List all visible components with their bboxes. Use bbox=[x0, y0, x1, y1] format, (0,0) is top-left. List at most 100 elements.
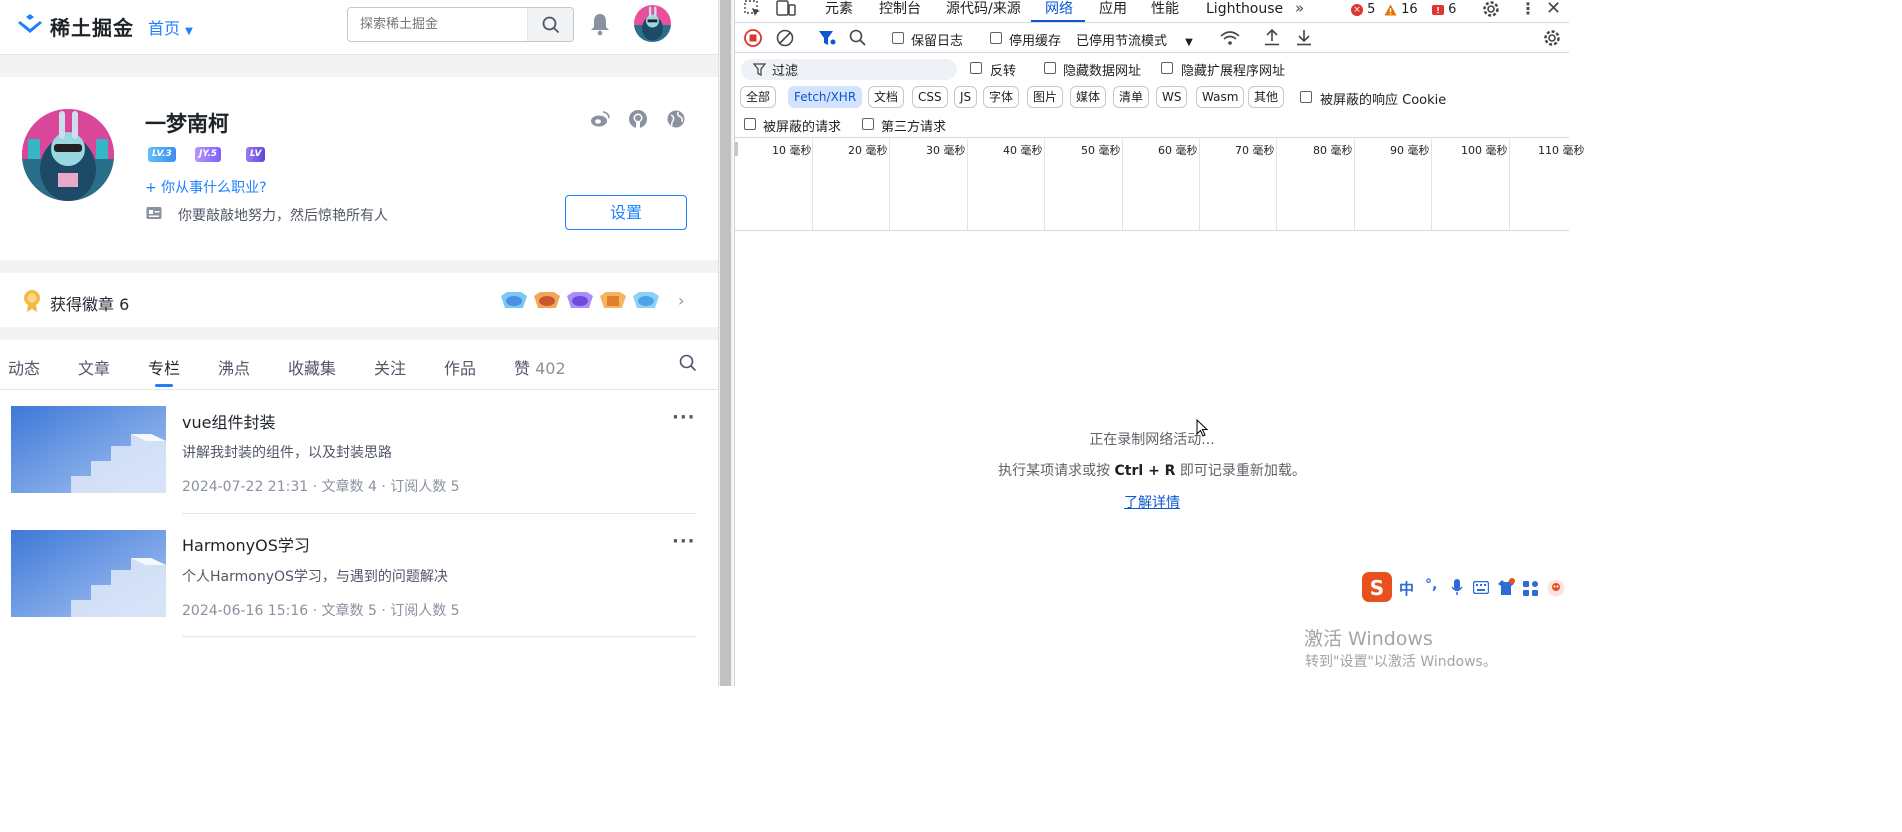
search-icon[interactable] bbox=[679, 354, 697, 376]
learn-more-link[interactable]: 了解详情 bbox=[735, 492, 1569, 512]
filter-type-font[interactable]: 字体 bbox=[983, 86, 1020, 108]
column-title[interactable]: vue组件封装 bbox=[182, 409, 275, 433]
devtools-tab-network[interactable]: 网络 bbox=[1045, 0, 1073, 18]
import-har-icon[interactable] bbox=[1264, 28, 1280, 50]
filter-type-css[interactable]: CSS bbox=[912, 86, 948, 108]
tab-columns[interactable]: 专栏 bbox=[148, 355, 180, 379]
user-avatar[interactable] bbox=[22, 109, 114, 201]
blocked-cookies-checkbox[interactable] bbox=[1300, 91, 1312, 103]
issues-count[interactable]: 6 bbox=[1432, 2, 1456, 17]
search-button[interactable] bbox=[527, 8, 573, 41]
ime-avatar-icon[interactable] bbox=[1547, 579, 1565, 601]
network-settings-gear-icon[interactable] bbox=[1543, 29, 1561, 51]
devtools-tab-performance[interactable]: 性能 bbox=[1151, 0, 1179, 18]
clear-icon[interactable] bbox=[776, 29, 794, 51]
level-badge-jy: JY.5 bbox=[195, 147, 222, 162]
scrollbar-thumb[interactable] bbox=[720, 0, 731, 686]
devtools-tab-console[interactable]: 控制台 bbox=[879, 0, 921, 18]
devtools-tab-application[interactable]: 应用 bbox=[1099, 0, 1127, 18]
search-input[interactable] bbox=[348, 8, 528, 41]
notification-bell-icon[interactable] bbox=[589, 12, 611, 40]
toolbox-grid-icon[interactable] bbox=[1523, 581, 1538, 600]
filter-type-img[interactable]: 图片 bbox=[1027, 86, 1064, 108]
search-icon[interactable] bbox=[849, 29, 867, 51]
column-item[interactable]: vue组件封装 讲解我封装的组件，以及封装思路 2024-07-22 21:31… bbox=[0, 390, 718, 514]
ime-mode-toggle[interactable]: 中 bbox=[1399, 578, 1414, 599]
filter-type-doc[interactable]: 文档 bbox=[868, 86, 905, 108]
timeline-gridline bbox=[1354, 139, 1355, 230]
invert-checkbox[interactable] bbox=[970, 62, 982, 74]
preserve-log-checkbox[interactable] bbox=[892, 32, 904, 44]
timeline-gridline bbox=[812, 139, 813, 230]
juejin-logo-icon[interactable] bbox=[16, 12, 44, 40]
svg-text:S: S bbox=[1370, 576, 1384, 600]
devtools-tab-lighthouse[interactable]: Lighthouse bbox=[1206, 0, 1283, 18]
punctuation-icon[interactable]: °, bbox=[1425, 577, 1437, 593]
site-logo-text[interactable]: 稀土掘金 bbox=[50, 12, 134, 41]
device-toolbar-icon[interactable] bbox=[776, 0, 796, 22]
network-toolbar: 保留日志 停用缓存 已停用节流模式 ▼ bbox=[735, 24, 1569, 53]
warning-count[interactable]: 16 bbox=[1384, 2, 1418, 17]
filter-type-ws[interactable]: WS bbox=[1156, 86, 1188, 108]
github-icon[interactable] bbox=[628, 109, 648, 133]
user-avatar-small[interactable] bbox=[634, 5, 671, 42]
third-party-checkbox[interactable] bbox=[862, 118, 874, 130]
level-badge-lv: LV.3 bbox=[148, 147, 176, 162]
timeline-tick-label: 30 毫秒 bbox=[926, 144, 966, 157]
filter-type-fetch-xhr[interactable]: Fetch/XHR bbox=[788, 86, 863, 108]
timeline-tick-label: 80 毫秒 bbox=[1313, 144, 1353, 157]
blocked-requests-checkbox[interactable] bbox=[744, 118, 756, 130]
more-tabs-chevron-icon[interactable]: » bbox=[1295, 0, 1304, 17]
filter-type-media[interactable]: 媒体 bbox=[1070, 86, 1107, 108]
tab-activity[interactable]: 动态 bbox=[8, 355, 40, 379]
settings-button[interactable]: 设置 bbox=[565, 195, 687, 230]
hint-suffix: 即可记录重新加载。 bbox=[1175, 463, 1306, 479]
devtools-tab-sources[interactable]: 源代码/来源 bbox=[946, 0, 1021, 18]
column-title[interactable]: HarmonyOS学习 bbox=[182, 532, 310, 556]
skin-shirt-icon[interactable] bbox=[1497, 578, 1515, 600]
tab-following[interactable]: 关注 bbox=[374, 355, 406, 379]
stop-recording-icon[interactable] bbox=[744, 29, 762, 51]
tab-likes[interactable]: 赞 402 bbox=[514, 355, 566, 379]
close-icon[interactable]: ✕ bbox=[1546, 0, 1561, 19]
column-item[interactable]: HarmonyOS学习 个人HarmonyOS学习，与遇到的问题解决 2024-… bbox=[0, 514, 718, 638]
kebab-menu-icon[interactable]: ⋮ bbox=[1520, 0, 1536, 18]
filter-type-manifest[interactable]: 清单 bbox=[1113, 86, 1150, 108]
filter-type-all[interactable]: 全部 bbox=[740, 86, 777, 108]
keyboard-icon[interactable] bbox=[1472, 580, 1490, 598]
tab-collections[interactable]: 收藏集 bbox=[288, 355, 336, 379]
export-har-icon[interactable] bbox=[1296, 28, 1312, 50]
devtools-tab-elements[interactable]: 元素 bbox=[825, 0, 853, 18]
globe-icon[interactable] bbox=[666, 109, 686, 133]
level-badge-vip: LV bbox=[246, 147, 266, 162]
microphone-icon[interactable] bbox=[1451, 579, 1463, 600]
hide-extension-urls-checkbox[interactable] bbox=[1161, 62, 1173, 74]
more-options-icon[interactable]: ··· bbox=[672, 407, 696, 428]
tab-works[interactable]: 作品 bbox=[444, 355, 476, 379]
badges-card[interactable]: 获得徽章 6 › bbox=[0, 273, 718, 327]
disable-cache-checkbox[interactable] bbox=[990, 32, 1002, 44]
filter-type-wasm[interactable]: Wasm bbox=[1196, 86, 1245, 108]
network-conditions-icon[interactable] bbox=[1220, 29, 1240, 51]
settings-gear-icon[interactable] bbox=[1482, 0, 1500, 22]
hide-data-urls-checkbox[interactable] bbox=[1044, 62, 1056, 74]
occupation-prompt-link[interactable]: + 你从事什么职业? bbox=[145, 177, 267, 197]
inspect-element-icon[interactable] bbox=[744, 0, 762, 22]
weibo-icon[interactable] bbox=[590, 110, 610, 132]
more-options-icon[interactable]: ··· bbox=[672, 531, 696, 552]
filter-type-other[interactable]: 其他 bbox=[1248, 86, 1285, 108]
search-icon bbox=[542, 16, 560, 34]
filter-funnel-icon[interactable] bbox=[818, 29, 836, 51]
tab-pins[interactable]: 沸点 bbox=[218, 355, 250, 379]
timeline-handle[interactable] bbox=[735, 142, 738, 156]
network-overview-timeline[interactable]: 10 毫秒 20 毫秒 30 毫秒 40 毫秒 50 毫秒 60 毫秒 70 毫… bbox=[735, 139, 1585, 231]
hide-extension-urls-label: 隐藏扩展程序网址 bbox=[1181, 64, 1286, 79]
filter-type-js[interactable]: JS bbox=[954, 86, 978, 108]
tab-articles[interactable]: 文章 bbox=[78, 355, 110, 379]
throttling-select[interactable]: 已停用节流模式 ▼ bbox=[1076, 30, 1193, 49]
error-count[interactable]: × 5 bbox=[1351, 2, 1375, 17]
sogou-logo-icon[interactable]: S bbox=[1361, 571, 1393, 607]
network-filter-bar: 过滤 反转 隐藏数据网址 隐藏扩展程序网址 全部 Fetch/XHR 文档 CS… bbox=[735, 54, 1569, 138]
home-nav-dropdown[interactable]: 首页 ▼ bbox=[148, 15, 193, 39]
column-description: 个人HarmonyOS学习，与遇到的问题解决 bbox=[182, 569, 448, 585]
